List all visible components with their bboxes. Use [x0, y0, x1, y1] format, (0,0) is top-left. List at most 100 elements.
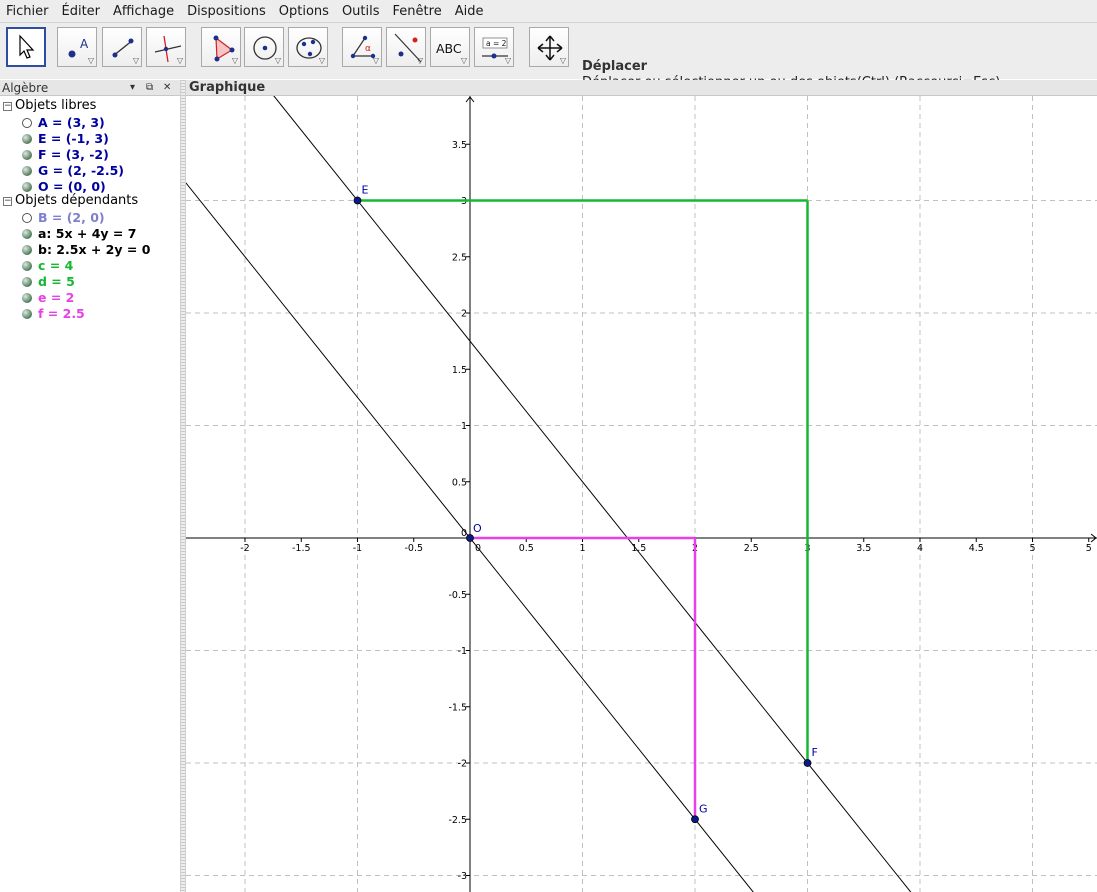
- visibility-on-icon[interactable]: [22, 182, 32, 192]
- reflect-tool-button[interactable]: ▽: [386, 27, 426, 67]
- algebra-item[interactable]: F = (3, -2): [22, 147, 109, 163]
- algebra-panel: Algèbre ▾ ⧉ ✕ − Objets libres A = (3, 3) E…: [0, 80, 180, 892]
- toolbar: A▽▽▽▽▽▽α▽▽ABC▽a = 2▽▽ Déplacer Déplacer …: [0, 23, 1097, 90]
- x-tick-label: 5: [1029, 543, 1035, 554]
- circle-tool-button[interactable]: ▽: [244, 27, 284, 67]
- point-tool-button[interactable]: A ▽: [57, 27, 97, 67]
- algebra-item[interactable]: c = 4: [22, 258, 73, 274]
- svg-text:a = 2: a = 2: [486, 39, 507, 48]
- menu-aide[interactable]: Aide: [449, 0, 491, 23]
- point-label-F: F: [812, 746, 818, 759]
- y-tick-label: 1.5: [452, 365, 467, 376]
- dropdown-triangle-icon: ▽: [416, 56, 423, 65]
- algebra-item[interactable]: b: 2.5x + 2y = 0: [22, 242, 150, 258]
- point-F[interactable]: [803, 759, 812, 767]
- y-tick-label: -2: [458, 759, 467, 770]
- algebra-item-text: O = (0, 0): [38, 179, 106, 194]
- visibility-on-icon[interactable]: [22, 309, 32, 319]
- line-tool-button[interactable]: ▽: [102, 27, 142, 67]
- x-tick-label: 4: [917, 543, 923, 554]
- y-tick-label: 0.5: [452, 477, 467, 488]
- y-tick-label: -3: [458, 871, 467, 882]
- y-tick-label: -0.5: [448, 590, 467, 601]
- algebra-item-text: E = (-1, 3): [38, 131, 109, 146]
- point-G[interactable]: [691, 815, 699, 824]
- algebra-item-text: G = (2, -2.5): [38, 163, 124, 178]
- algebra-item[interactable]: A = (3, 3): [22, 115, 105, 131]
- collapse-icon[interactable]: −: [3, 197, 12, 206]
- visibility-off-icon[interactable]: [22, 118, 32, 128]
- y-tick-label: 2: [461, 309, 467, 320]
- menu-fenetre[interactable]: Fenêtre: [387, 0, 449, 23]
- polygon-tool-button[interactable]: ▽: [201, 27, 241, 67]
- undock-icon[interactable]: ⧉: [146, 81, 153, 95]
- move-view-tool-button[interactable]: ▽: [529, 27, 569, 67]
- dropdown-triangle-icon: ▽: [372, 56, 379, 65]
- point-E[interactable]: [353, 196, 362, 205]
- conic-tool-button[interactable]: ▽: [288, 27, 328, 67]
- dropdown-triangle-icon: ▽: [504, 56, 511, 65]
- x-tick-label: 3.5: [856, 543, 871, 554]
- y-tick-label: 2.5: [452, 252, 467, 263]
- menu-bar: Fichier Éditer Affichage Dispositions Option…: [0, 0, 1097, 23]
- visibility-on-icon[interactable]: [22, 277, 32, 287]
- menu-affichage[interactable]: Affichage: [107, 0, 181, 23]
- algebra-title: Algèbre: [2, 81, 49, 95]
- x-tick-label: 2.5: [744, 543, 759, 554]
- svg-text:ABC: ABC: [436, 41, 462, 56]
- collapse-icon[interactable]: −: [3, 102, 12, 111]
- panel-menu-icon[interactable]: ▾: [130, 81, 135, 95]
- algebra-item-text: F = (3, -2): [38, 147, 109, 162]
- x-tick-label: 0.5: [519, 543, 534, 554]
- visibility-on-icon[interactable]: [22, 261, 32, 271]
- y-tick-label: -1: [458, 646, 467, 657]
- algebra-item-text: f = 2.5: [38, 306, 85, 321]
- menu-dispositions[interactable]: Dispositions: [181, 0, 273, 23]
- algebra-item-text: c = 4: [38, 258, 74, 273]
- visibility-on-icon[interactable]: [22, 229, 32, 239]
- graphics-header: Graphique: [186, 80, 1097, 96]
- line-a[interactable]: [272, 96, 912, 892]
- algebra-item[interactable]: d = 5: [22, 274, 75, 290]
- point-label-G: G: [699, 802, 708, 815]
- dropdown-triangle-icon: ▽: [460, 56, 467, 65]
- visibility-on-icon[interactable]: [22, 150, 32, 160]
- visibility-on-icon[interactable]: [22, 134, 32, 144]
- group-dependent-objects[interactable]: − Objets dépendants: [3, 193, 138, 208]
- point-label-O: O: [473, 522, 482, 535]
- algebra-item-text: b: 2.5x + 2y = 0: [38, 242, 151, 257]
- visibility-on-icon[interactable]: [22, 293, 32, 303]
- move-tool-button[interactable]: [6, 27, 46, 67]
- menu-fichier[interactable]: Fichier: [0, 0, 56, 23]
- slider-tool-button[interactable]: a = 2 ▽: [474, 27, 514, 67]
- algebra-item[interactable]: f = 2.5: [22, 306, 85, 322]
- angle-tool-button[interactable]: α ▽: [342, 27, 382, 67]
- algebra-item[interactable]: e = 2: [22, 290, 74, 306]
- x-tick-label: 1: [579, 543, 585, 554]
- y-tick-label: -2.5: [448, 815, 467, 826]
- x-tick-label: -1: [353, 543, 362, 554]
- algebra-item[interactable]: E = (-1, 3): [22, 131, 109, 147]
- dropdown-triangle-icon: ▽: [231, 56, 238, 65]
- x-tick-label: 4.5: [969, 543, 984, 554]
- algebra-item[interactable]: G = (2, -2.5): [22, 163, 124, 179]
- algebra-item[interactable]: B = (2, 0): [22, 210, 105, 226]
- text-tool-button[interactable]: ABC ▽: [430, 27, 470, 67]
- close-icon[interactable]: ✕: [163, 81, 171, 95]
- svg-text:A: A: [80, 37, 89, 51]
- point-O[interactable]: [466, 534, 474, 542]
- menu-editer[interactable]: Éditer: [56, 0, 108, 23]
- visibility-on-icon[interactable]: [22, 245, 32, 255]
- group-free-objects[interactable]: − Objets libres: [3, 98, 96, 113]
- perpendicular-tool-button[interactable]: ▽: [146, 27, 186, 67]
- visibility-on-icon[interactable]: [22, 166, 32, 176]
- algebra-header: Algèbre ▾ ⧉ ✕: [0, 80, 180, 96]
- algebra-item[interactable]: a: 5x + 4y = 7: [22, 226, 136, 242]
- menu-options[interactable]: Options: [273, 0, 336, 23]
- algebra-item-text: d = 5: [38, 274, 75, 289]
- graphics-canvas[interactable]: -2-1.5-1-0.500.511.522.533.544.5553.532.…: [186, 96, 1097, 892]
- visibility-off-icon[interactable]: [22, 213, 32, 223]
- point-label-E: E: [362, 184, 369, 197]
- graphics-view[interactable]: -2-1.5-1-0.500.511.522.533.544.5553.532.…: [186, 96, 1097, 892]
- menu-outils[interactable]: Outils: [336, 0, 387, 23]
